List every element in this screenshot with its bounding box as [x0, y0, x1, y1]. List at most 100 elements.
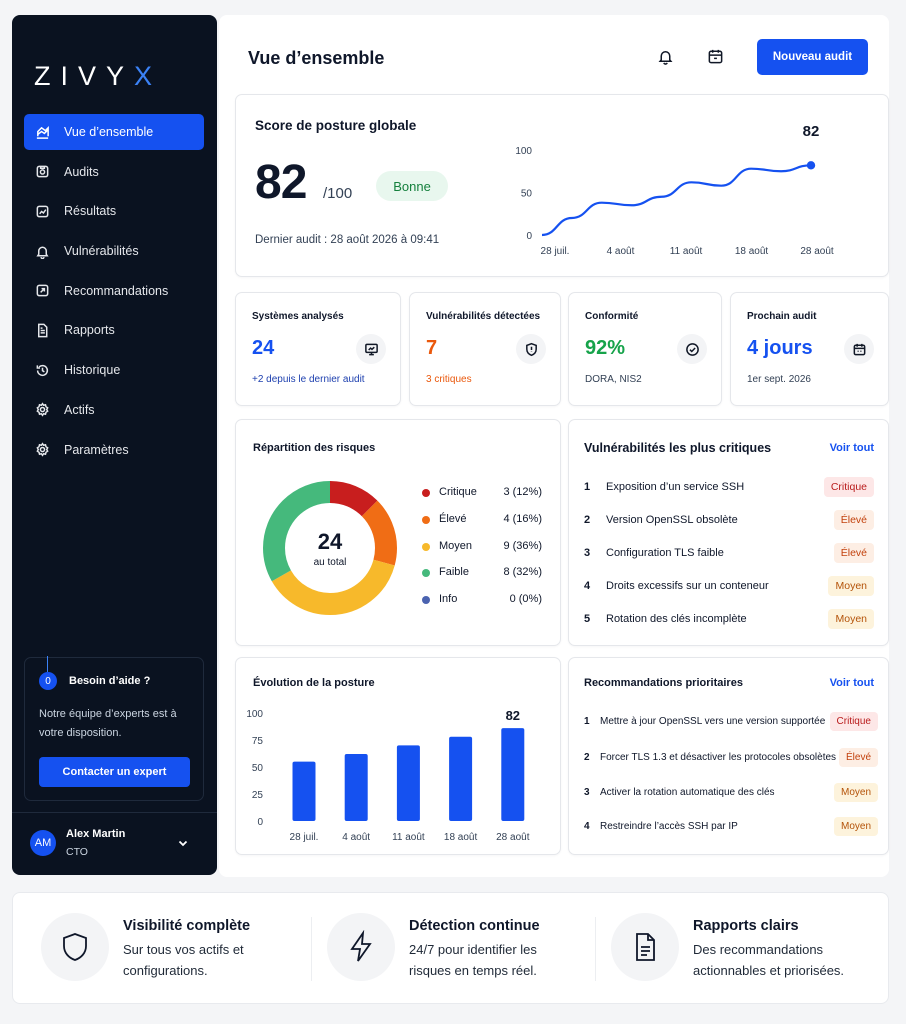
row-number: 3	[584, 787, 590, 798]
results-icon	[34, 203, 50, 219]
kpi-card-systems: Systèmes analysés 24 +2 depuis le dernie…	[235, 292, 401, 406]
sidebar-item-assets[interactable]: Actifs	[24, 392, 204, 428]
severity-badge: Élevé	[833, 543, 874, 563]
help-connector	[47, 656, 48, 672]
bell-icon	[34, 243, 50, 259]
x-tick-label: 4 août	[342, 832, 370, 843]
bell-icon[interactable]	[657, 48, 675, 66]
lightning-icon	[327, 913, 395, 981]
logo-text: ZIVY	[34, 61, 135, 91]
sidebar-item-label: Vulnérabilités	[64, 244, 139, 259]
kpi-sub: 1er sept. 2026	[747, 374, 811, 385]
sidebar-item-vulnerabilities[interactable]: Vulnérabilités	[24, 233, 204, 269]
row-number: 1	[584, 716, 590, 727]
legend-eleve: Élevé 4 (16%)	[422, 513, 542, 527]
history-icon	[34, 362, 50, 378]
x-tick-label: 28 août	[496, 832, 530, 843]
legend-value: 4 (16%)	[503, 513, 542, 525]
settings-gear-icon	[34, 442, 50, 458]
recommendations-title: Recommandations prioritaires	[584, 677, 743, 689]
sidebar-item-recommendations[interactable]: Recommandations	[24, 273, 204, 309]
brand-logo[interactable]: ZIVYX	[34, 61, 162, 92]
sidebar-item-label: Résultats	[64, 204, 117, 219]
overview-icon	[34, 124, 50, 140]
recommendations-card: Recommandations prioritaires Voir tout 1…	[568, 657, 889, 855]
new-audit-button[interactable]: Nouveau audit	[757, 39, 868, 75]
legend-swatch	[422, 569, 430, 577]
sidebar-item-history[interactable]: Historique	[24, 352, 204, 388]
sidebar-item-audits[interactable]: Audits	[24, 154, 204, 190]
row-text: Mettre à jour OpenSSL vers une version s…	[600, 716, 826, 727]
audit-icon	[34, 164, 50, 180]
bar	[292, 761, 316, 821]
row-text: Droits excessifs sur un conteneur	[606, 580, 769, 592]
help-card: 0 Besoin d’aide ? Notre équipe d’experts…	[24, 656, 204, 801]
row-number: 5	[584, 613, 591, 625]
sidebar-item-label: Actifs	[64, 402, 95, 417]
row-text: Activer la rotation automatique des clés	[600, 787, 775, 798]
severity-badge: Critique	[823, 477, 874, 497]
contact-expert-button[interactable]: Contacter un expert	[39, 757, 190, 787]
data-point	[806, 161, 816, 170]
view-all-recommendations-link[interactable]: Voir tout	[830, 677, 874, 689]
risk-total-label: au total	[313, 557, 347, 568]
legend-critique: Critique 3 (12%)	[422, 486, 542, 500]
severity-badge: Élevé	[838, 748, 878, 767]
row-number: 4	[584, 821, 590, 832]
bar	[501, 728, 525, 821]
x-tick-label: 28 juil.	[290, 832, 319, 843]
sidebar-item-label: Recommandations	[64, 283, 169, 298]
risk-title: Répartition des risques	[253, 442, 376, 454]
document-icon	[611, 913, 679, 981]
severity-badge: Critique	[829, 712, 878, 731]
kpi-label: Prochain audit	[747, 311, 817, 322]
kpi-sub: 3 critiques	[426, 374, 472, 385]
score-max: /100	[323, 185, 353, 202]
y-tick-label: 0	[526, 231, 532, 242]
sidebar-item-label: Rapports	[64, 323, 115, 338]
row-number: 2	[584, 752, 590, 763]
legend-moyen: Moyen 9 (36%)	[422, 540, 542, 554]
legend-label: Moyen	[439, 540, 473, 552]
user-role: CTO	[66, 846, 88, 858]
user-menu[interactable]: AM Alex Martin CTO	[30, 827, 200, 863]
legend-value: 8 (32%)	[503, 566, 542, 578]
severity-badge: Moyen	[833, 817, 878, 836]
sidebar-item-overview[interactable]: Vue d’ensemble	[24, 114, 204, 150]
critical-vulns-title: Vulnérabilités les plus critiques	[584, 441, 772, 455]
sidebar-item-results[interactable]: Résultats	[24, 193, 204, 229]
legend-swatch	[422, 516, 430, 524]
feature-text: 24/7 pour identifier les risques en temp…	[409, 942, 537, 978]
legend-faible: Faible 8 (32%)	[422, 566, 542, 580]
kpi-value: 92%	[585, 337, 626, 359]
divider	[595, 917, 596, 981]
y-tick-label: 0	[257, 817, 263, 828]
y-tick-label: 50	[521, 189, 533, 200]
kpi-label: Vulnérabilités détectées	[426, 311, 541, 322]
help-title: Besoin d’aide ?	[69, 675, 151, 687]
x-tick-label: 28 août	[800, 246, 834, 257]
data-label: 82	[803, 123, 820, 140]
legend-info: Info 0 (0%)	[422, 593, 542, 607]
kpi-value: 7	[426, 337, 438, 359]
row-text: Restreindre l’accès SSH par IP	[600, 821, 738, 832]
chevron-down-icon[interactable]	[176, 836, 190, 850]
shield-alert-icon	[516, 334, 546, 364]
score-line-chart: 0 50 100 82 28 juil. 4 août 11 août 18 août 28 a…	[515, 123, 834, 257]
avatar: AM	[30, 830, 56, 856]
y-tick-label: 50	[252, 763, 264, 774]
legend-label: Info	[439, 593, 458, 605]
severity-badge: Élevé	[833, 510, 874, 530]
sidebar-item-settings[interactable]: Paramètres	[24, 432, 204, 468]
score-title: Score de posture globale	[255, 118, 417, 133]
sidebar-item-reports[interactable]: Rapports	[24, 312, 204, 348]
status-badge: Bonne	[376, 171, 448, 201]
calendar-icon[interactable]	[707, 48, 725, 66]
y-tick-label: 25	[252, 790, 264, 801]
view-all-vulns-link[interactable]: Voir tout	[830, 442, 874, 454]
last-audit-text: Dernier audit : 28 août 2026 à 09:41	[255, 234, 440, 246]
row-text: Configuration TLS faible	[606, 547, 724, 559]
divider	[311, 917, 312, 981]
evolution-card: Évolution de la posture 0 25 50 75 100 28 jui…	[235, 657, 561, 855]
legend-label: Critique	[439, 486, 477, 498]
